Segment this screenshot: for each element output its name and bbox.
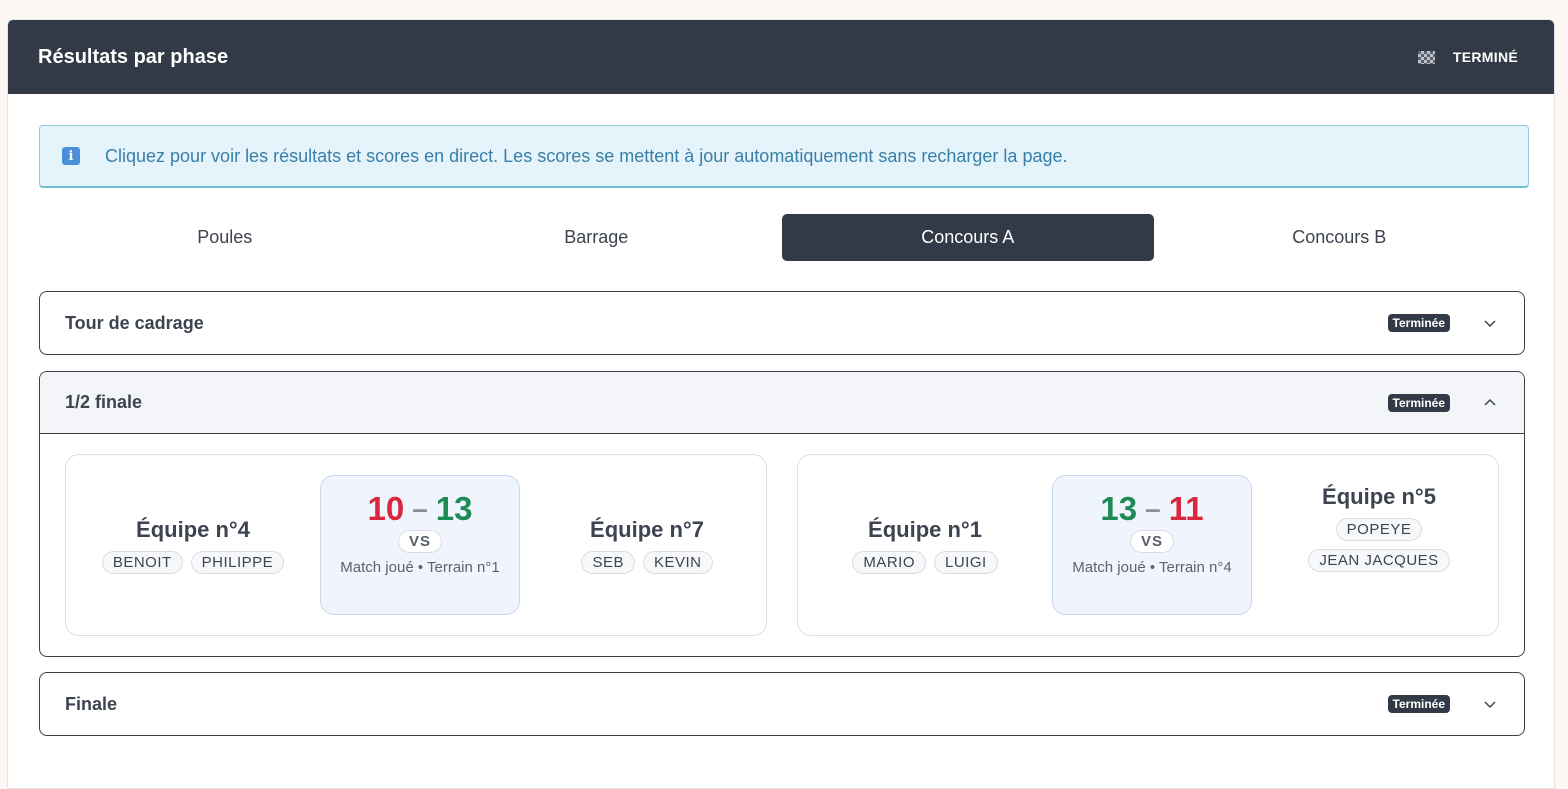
matches-grid: Équipe n°4 BENOIT PHILIPPE 10 – 13 VS Ma… [40,434,1524,656]
score-left: 13 [1100,490,1138,527]
team-name: Équipe n°1 [868,516,982,542]
section-title: Tour de cadrage [65,312,204,333]
tab-concours-a[interactable]: Concours A [782,214,1154,261]
chevron-up-icon[interactable] [1482,395,1498,411]
info-text: Cliquez pour voir les résultats et score… [105,145,1068,166]
score-right: 13 [435,490,473,527]
card-title: Résultats par phase [38,45,229,68]
team-name: Équipe n°5 [1322,484,1436,509]
phase-tabs: Poules Barrage Concours A Concours B [39,214,1525,261]
team-name: Équipe n°7 [590,516,704,542]
section-tour-de-cadrage: Tour de cadrage Terminée [39,291,1525,355]
player-list: MARIO LUIGI [852,550,998,574]
score-box: 13 – 11 VS Match joué • Terrain n°4 [1052,475,1252,615]
player-chip: KEVIN [643,550,713,574]
score: 10 – 13 [367,490,472,528]
vs-badge: VS [397,530,442,553]
player-chip: POPEYE [1335,518,1423,541]
player-chip: BENOIT [101,550,183,574]
info-icon: i [62,147,80,165]
player-chip: MARIO [852,550,926,574]
section-header[interactable]: Finale Terminée [40,673,1524,735]
status-badge: Terminée [1387,695,1450,713]
tab-concours-b[interactable]: Concours B [1154,214,1526,261]
section-title: 1/2 finale [65,392,143,412]
player-chip: PHILIPPE [190,550,285,574]
score: 13 – 11 [1100,490,1203,528]
section-header[interactable]: 1/2 finale Terminée [40,372,1524,434]
team-right: Équipe n°5 POPEYE JEAN JACQUES [1284,484,1474,572]
player-chip: JEAN JACQUES [1308,549,1450,572]
card-header: Résultats par phase TERMINÉ [8,20,1554,94]
match-meta: Match joué • Terrain n°4 [1072,559,1232,576]
section-demi-finale: 1/2 finale Terminée Équipe n°4 BENOIT PH… [39,371,1525,657]
score-separator: – [412,493,428,524]
match-card[interactable]: Équipe n°4 BENOIT PHILIPPE 10 – 13 VS Ma… [65,454,767,636]
status-badge: Terminée [1387,393,1450,412]
results-card: Résultats par phase TERMINÉ i Cliquez po… [7,19,1555,789]
player-chip: LUIGI [933,550,998,574]
status-label: TERMINÉ [1452,49,1518,65]
section-header[interactable]: Tour de cadrage Terminée [40,292,1524,354]
team-left: Équipe n°1 MARIO LUIGI [830,517,1020,574]
chevron-down-icon[interactable] [1482,315,1498,331]
player-list: SEB KEVIN [581,550,713,574]
status-badge: Terminée [1387,314,1450,332]
score-separator: – [1145,493,1161,524]
chevron-down-icon[interactable] [1482,696,1498,712]
checkered-flag-icon [1417,50,1435,64]
vs-badge: VS [1129,530,1174,553]
tab-poules[interactable]: Poules [39,214,411,261]
match-meta: Match joué • Terrain n°1 [340,559,500,576]
score-right: 11 [1168,490,1204,527]
match-card[interactable]: Équipe n°1 MARIO LUIGI 13 – 11 VS Match … [797,454,1499,636]
player-chip: SEB [581,550,635,574]
team-right: Équipe n°7 SEB KEVIN [552,517,742,574]
info-alert: i Cliquez pour voir les résultats et sco… [39,125,1529,188]
team-name: Équipe n°4 [136,516,250,542]
tab-barrage[interactable]: Barrage [411,214,783,261]
player-list: BENOIT PHILIPPE [101,550,285,574]
team-left: Équipe n°4 BENOIT PHILIPPE [98,517,288,574]
score-left: 10 [367,490,405,527]
player-list: POPEYE JEAN JACQUES [1308,518,1450,572]
section-finale: Finale Terminée [39,672,1525,736]
status-indicator: TERMINÉ [1417,49,1518,65]
score-box: 10 – 13 VS Match joué • Terrain n°1 [320,475,520,615]
section-title: Finale [65,693,118,714]
